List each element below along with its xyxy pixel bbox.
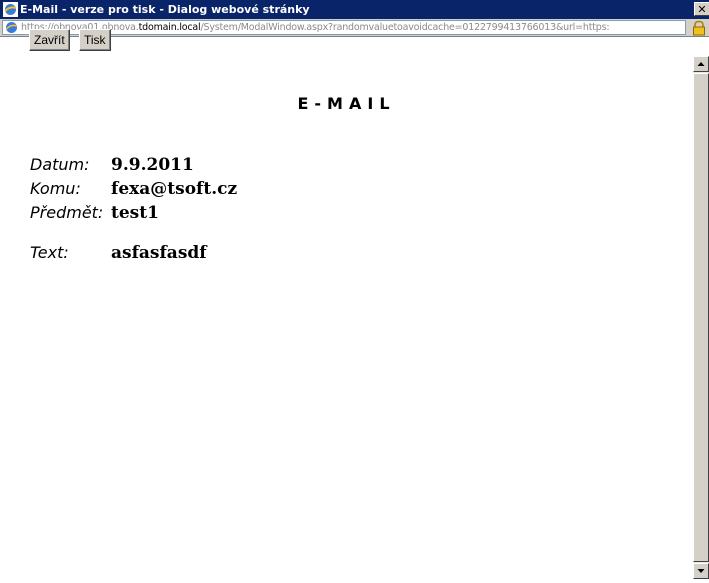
scroll-thumb[interactable]: [693, 73, 709, 562]
vertical-scrollbar[interactable]: [693, 56, 709, 579]
subject-value: test1: [111, 203, 159, 223]
scroll-down-button[interactable]: [693, 563, 709, 579]
page-icon: [5, 22, 17, 33]
internet-explorer-icon: [3, 2, 18, 17]
lock-icon[interactable]: [691, 20, 707, 36]
date-value: 9.9.2011: [111, 155, 194, 175]
page-title: E-MAIL: [297, 94, 396, 113]
subject-label: Předmět:: [30, 203, 104, 222]
scroll-up-button[interactable]: [693, 56, 709, 72]
url-suffix: /System/ModalWindow.aspx?randomvaluetoav…: [200, 22, 610, 33]
date-label: Datum:: [30, 155, 90, 174]
text-value: asfasfasdf: [111, 243, 207, 263]
page-content: [0, 37, 693, 579]
arrow-down-icon: [697, 569, 705, 573]
close-icon: ✕: [697, 3, 707, 16]
window-title: E-Mail - verze pro tisk - Dialog webové …: [20, 3, 310, 16]
print-button[interactable]: Tisk: [79, 29, 111, 51]
window-close-button[interactable]: ✕: [694, 2, 709, 16]
close-button[interactable]: Zavřít: [29, 29, 70, 51]
text-label: Text:: [30, 243, 69, 262]
url-domain: tdomain.local: [138, 22, 201, 33]
recipient-label: Komu:: [30, 179, 81, 198]
arrow-up-icon: [697, 62, 705, 66]
recipient-value: fexa@tsoft.cz: [111, 179, 238, 199]
window-titlebar: E-Mail - verze pro tisk - Dialog webové …: [0, 0, 709, 19]
